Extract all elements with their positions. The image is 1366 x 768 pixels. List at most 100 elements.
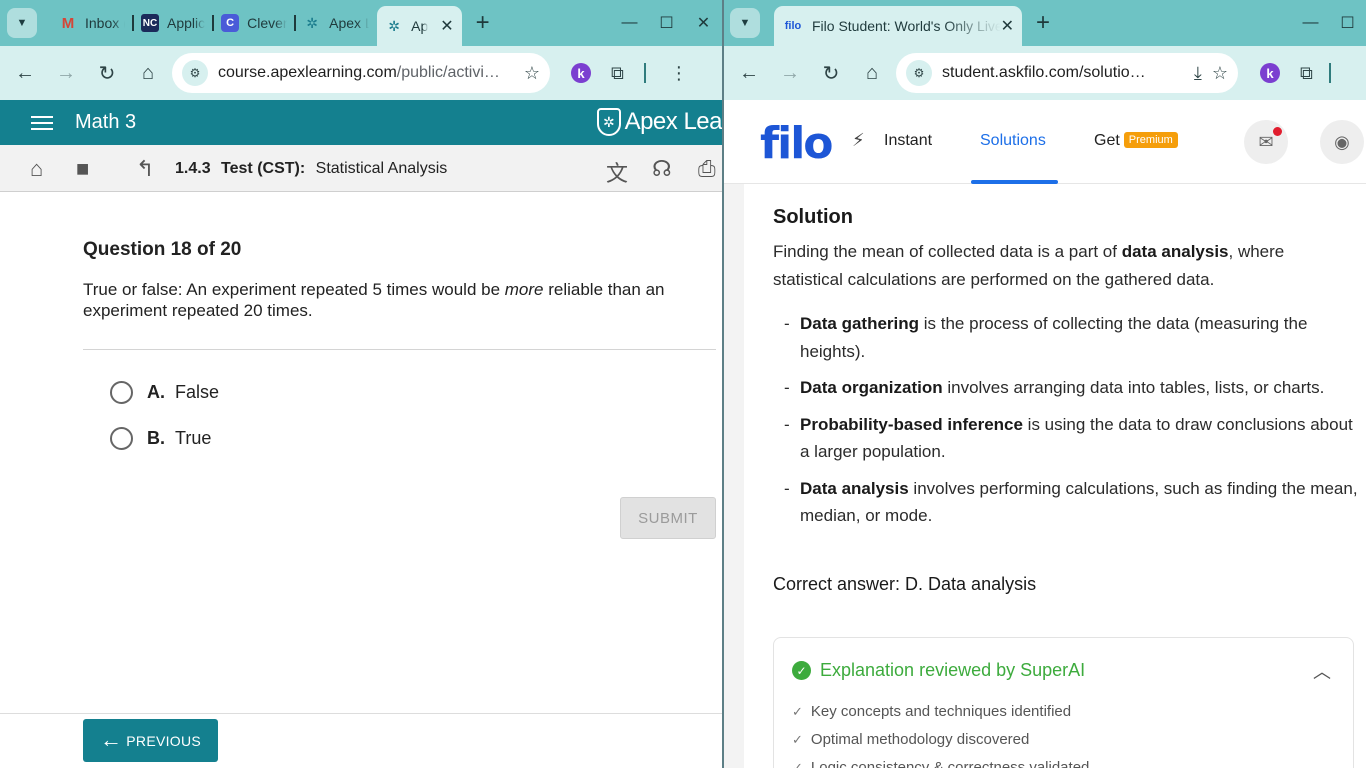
tab-applications[interactable]: NC Applic bbox=[133, 7, 215, 39]
left-browser-window: ▼ M Inbox ( NC Applic C Clever ✲ Apex L … bbox=[0, 0, 722, 768]
url-text: student.askfilo.com/solutio… bbox=[942, 64, 1146, 81]
minimize-icon[interactable]: — bbox=[1292, 14, 1329, 32]
print-icon[interactable]: ⎙ bbox=[698, 156, 716, 182]
toolbar-divider bbox=[1328, 63, 1331, 83]
new-tab-button[interactable]: + bbox=[1036, 9, 1050, 37]
tab-gmail[interactable]: M Inbox ( bbox=[51, 7, 134, 39]
explanation-header[interactable]: ✓ Explanation reviewed by SuperAI bbox=[792, 660, 1085, 681]
option-letter: B. bbox=[147, 428, 165, 448]
reload-icon[interactable]: ↻ bbox=[814, 56, 848, 90]
close-tab-icon[interactable]: ✕ bbox=[440, 16, 453, 36]
nav-get-label: Get bbox=[1094, 132, 1120, 149]
previous-button[interactable]: ← PREVIOUS bbox=[83, 719, 218, 762]
close-tab-icon[interactable]: ✕ bbox=[1001, 16, 1014, 36]
solution-bullets: - Data gathering is the process of collec… bbox=[784, 310, 1364, 539]
bookmark-star-icon[interactable]: ☆ bbox=[524, 63, 540, 84]
mail-icon: ✉ bbox=[1258, 131, 1274, 152]
solution-intro: Finding the mean of collected data is a … bbox=[773, 242, 1285, 289]
answer-option-a[interactable]: A. False bbox=[110, 381, 219, 404]
chevron-up-icon[interactable]: ︿ bbox=[1313, 658, 1331, 684]
lightning-icon: ⚡ bbox=[852, 130, 865, 150]
address-bar[interactable]: ⚙ student.askfilo.com/solutio… ⤓ ☆ bbox=[896, 53, 1238, 93]
option-letter: A. bbox=[147, 382, 165, 402]
question-heading: Question 18 of 20 bbox=[83, 239, 242, 260]
window-controls: — ☐ bbox=[1292, 0, 1366, 46]
browser-toolbar: ← → ↻ ⌂ ⚙ course.apexlearning.com/public… bbox=[0, 46, 722, 100]
arrow-left-icon: ← bbox=[99, 726, 123, 752]
home-icon[interactable]: ⌂ bbox=[30, 156, 43, 182]
answer-option-b[interactable]: B. True bbox=[110, 427, 211, 450]
reload-icon[interactable]: ↻ bbox=[90, 56, 124, 90]
breadcrumb-type: Test (CST): bbox=[221, 160, 306, 177]
close-window-icon[interactable]: ✕ bbox=[685, 13, 722, 33]
tab-title: Clever bbox=[247, 15, 288, 31]
submit-button[interactable]: SUBMIT bbox=[620, 497, 716, 539]
tab-apex-1[interactable]: ✲ Apex L bbox=[295, 7, 377, 39]
nav-solutions[interactable]: Solutions bbox=[980, 132, 1046, 150]
explanation-checklist: ✓ Key concepts and techniques identified … bbox=[792, 698, 1089, 768]
clever-icon: C bbox=[221, 14, 240, 32]
divider bbox=[83, 349, 716, 350]
apex-logo-text: Apex Lea bbox=[624, 108, 722, 135]
tab-title: Inbox ( bbox=[85, 15, 125, 31]
text-to-speech-icon[interactable]: ☊ bbox=[652, 156, 672, 182]
translate-icon[interactable]: 文 bbox=[606, 156, 628, 188]
explanation-heading: Explanation reviewed by SuperAI bbox=[820, 660, 1086, 680]
notification-dot bbox=[1273, 127, 1282, 136]
menu-kebab-icon[interactable]: ⋮ bbox=[670, 63, 688, 84]
tab-title: Ap bbox=[411, 18, 429, 34]
back-icon[interactable]: ← bbox=[8, 56, 42, 90]
maximize-icon[interactable]: ☐ bbox=[648, 13, 685, 33]
verified-check-icon: ✓ bbox=[792, 661, 811, 680]
tab-clever[interactable]: C Clever bbox=[213, 7, 297, 39]
url-host: course.apexlearning.com bbox=[218, 64, 397, 81]
breadcrumb-title: Statistical Analysis bbox=[315, 160, 448, 177]
tab-filo-active[interactable]: filo Filo Student: World's Only Live I ✕ bbox=[774, 6, 1022, 46]
extensions-puzzle-icon[interactable]: ⧉ bbox=[611, 63, 624, 84]
tab-search-button[interactable]: ▼ bbox=[7, 8, 37, 38]
previous-label: PREVIOUS bbox=[126, 732, 202, 749]
home-icon[interactable]: ⌂ bbox=[131, 56, 165, 90]
site-info-icon[interactable]: ⚙ bbox=[182, 60, 208, 86]
option-text: False bbox=[175, 382, 220, 402]
breadcrumb: 1.4.3 Test (CST): Statistical Analysis bbox=[175, 160, 447, 178]
minimize-icon[interactable]: — bbox=[611, 14, 648, 32]
home-icon[interactable]: ⌂ bbox=[855, 56, 889, 90]
filo-logo[interactable]: filo bbox=[760, 118, 834, 169]
radio-button[interactable] bbox=[110, 381, 133, 404]
briefcase-icon[interactable]: ■ bbox=[76, 156, 89, 182]
apex-logo-mark-icon: ✲ bbox=[596, 108, 621, 136]
tab-apex-active[interactable]: ✲ Ap ✕ bbox=[377, 6, 462, 46]
back-icon[interactable]: ← bbox=[732, 56, 766, 90]
tab-title: Applic bbox=[167, 15, 206, 31]
site-info-icon[interactable]: ⚙ bbox=[906, 60, 932, 86]
user-avatar-icon: ◉ bbox=[1334, 131, 1350, 152]
check-icon: ✓ bbox=[792, 760, 803, 768]
maximize-icon[interactable]: ☐ bbox=[1329, 13, 1366, 33]
correct-answer: Correct answer: D. Data analysis bbox=[773, 574, 1037, 594]
extensions-puzzle-icon[interactable]: ⧉ bbox=[1300, 63, 1313, 84]
up-arrow-icon[interactable]: ↰ bbox=[136, 156, 154, 182]
forward-icon[interactable]: → bbox=[49, 56, 83, 90]
tab-search-button[interactable]: ▼ bbox=[730, 8, 760, 38]
mail-button[interactable]: ✉ bbox=[1244, 120, 1288, 164]
install-app-icon[interactable]: ⤓ bbox=[1194, 63, 1202, 84]
nav-get-premium[interactable]: Get Premium bbox=[1094, 132, 1178, 150]
new-tab-button[interactable]: + bbox=[476, 9, 490, 37]
activity-toolbar: ⌂ ■ ↰ 1.4.3 Test (CST): Statistical Anal… bbox=[0, 145, 722, 192]
list-item: ✓ Logic consistency & correctness validat… bbox=[792, 754, 1089, 768]
hamburger-menu-icon[interactable] bbox=[31, 112, 53, 134]
extension-k-icon[interactable]: k bbox=[571, 63, 591, 83]
profile-button[interactable]: ◉ bbox=[1320, 120, 1364, 164]
list-item: - Probability-based inference is using th… bbox=[784, 414, 1353, 462]
radio-button[interactable] bbox=[110, 427, 133, 450]
apex-icon: ✲ bbox=[306, 14, 318, 31]
check-icon: ✓ bbox=[792, 732, 803, 747]
extension-k-icon[interactable]: k bbox=[1260, 63, 1280, 83]
apex-header: Math 3 ✲ Apex Lea bbox=[0, 100, 722, 145]
nav-instant[interactable]: Instant bbox=[884, 132, 932, 150]
tab-title: Filo Student: World's Only Live I bbox=[812, 18, 1001, 34]
address-bar[interactable]: ⚙ course.apexlearning.com/public/activi…… bbox=[172, 53, 550, 93]
bookmark-star-icon[interactable]: ☆ bbox=[1212, 63, 1228, 84]
forward-icon[interactable]: → bbox=[773, 56, 807, 90]
